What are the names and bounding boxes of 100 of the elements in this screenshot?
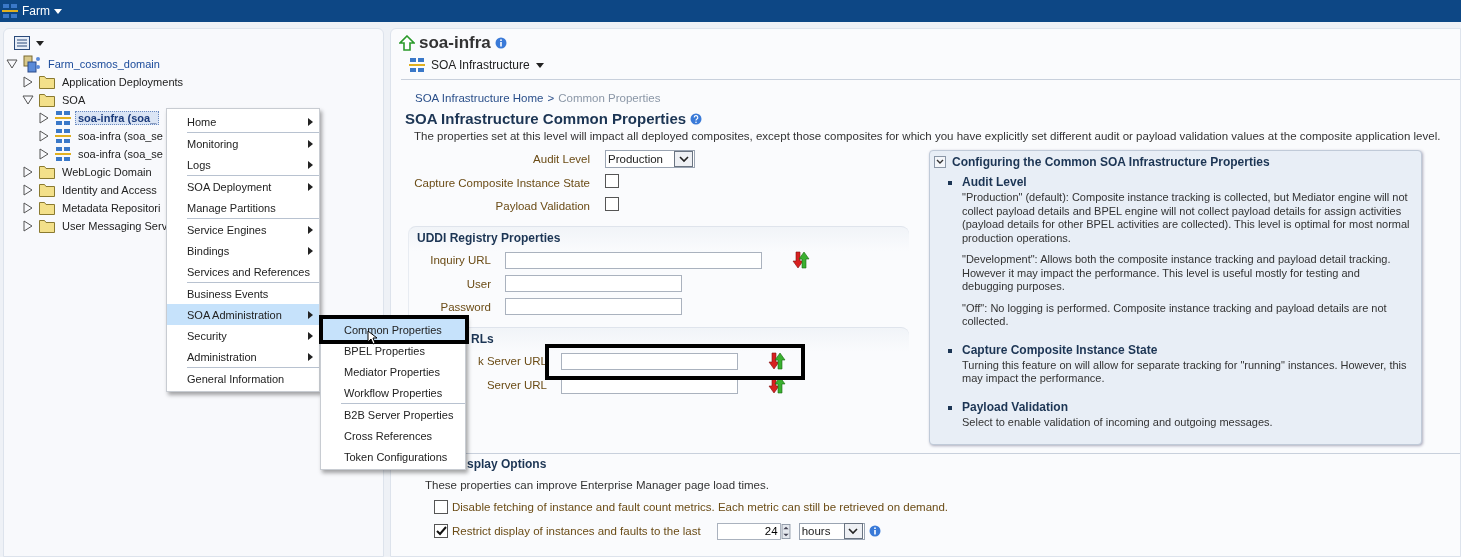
submenu-arrow-icon	[308, 310, 313, 319]
option-label: Disable fetching of instance and fault count metrics. Each metric can still be retrieved on demand.	[452, 501, 949, 513]
section-title: UDDI Registry Properties	[416, 230, 561, 247]
expand-icon[interactable]	[38, 130, 50, 142]
checkbox[interactable]	[434, 524, 448, 538]
collapse-toggle[interactable]	[934, 156, 946, 168]
help-icon[interactable]	[690, 112, 703, 125]
tree-item[interactable]: Farm_cosmos_domain	[45, 57, 163, 71]
expand-icon[interactable]	[22, 202, 34, 214]
submenu-arrow-icon	[308, 331, 313, 340]
farm-menu[interactable]: Farm	[22, 4, 62, 18]
text-field[interactable]	[505, 251, 762, 269]
submenu-arrow-icon	[308, 246, 313, 255]
help-paragraph: Select to enable validation of incoming and outgoing messages.	[962, 415, 1274, 429]
menu-item[interactable]: Manage Partitions	[167, 197, 319, 218]
folder-icon	[39, 75, 55, 89]
menu-item[interactable]: BPEL Properties	[321, 340, 465, 361]
chevron-icon	[936, 159, 944, 165]
bullet-icon	[948, 181, 952, 185]
checkbox[interactable]	[434, 500, 448, 514]
tree-item[interactable]: Identity and Access	[59, 183, 160, 197]
menu-item[interactable]: Administration	[167, 346, 319, 367]
checkbox[interactable]	[605, 197, 619, 211]
help-title: Configuring the Common SOA Infrastructure Properties	[952, 155, 1270, 169]
caret-icon	[54, 8, 62, 14]
submenu-arrow-icon	[308, 352, 313, 361]
text-field[interactable]	[505, 298, 682, 315]
text-field[interactable]	[561, 352, 738, 370]
help-item-title: Capture Composite Instance State	[962, 342, 1159, 357]
refresh-arrows-icon[interactable]	[792, 251, 810, 269]
menu-item[interactable]: Monitoring	[167, 133, 319, 154]
dropdown-arrow-icon[interactable]	[36, 40, 44, 46]
collapse-icon[interactable]	[6, 58, 18, 70]
help-paragraph: "Production" (default): Composite instance tracking is collected, but Mediator engine will not collect payload details and BPEL engine will not collect payload details for assign activities (payload details for other BPEL activities are collected). This level is optimal for most normal production operations.	[962, 191, 1411, 245]
farm-icon	[23, 55, 41, 73]
menu-item[interactable]: Services and References	[167, 261, 319, 282]
server-stack-icon	[55, 110, 71, 126]
text-field[interactable]	[505, 275, 682, 292]
up-arrow-icon[interactable]	[399, 35, 415, 51]
menu-item[interactable]: Workflow Properties	[321, 382, 465, 403]
menu-item[interactable]: SOA Deployment	[167, 176, 319, 197]
expand-icon[interactable]	[22, 184, 34, 196]
field-label: Inquiry URL	[429, 254, 491, 266]
tree-item[interactable]: soa-infra (soa_	[75, 111, 160, 125]
menu-item[interactable]: Cross References	[321, 425, 465, 446]
help-paragraph: "Off": No logging is performed. Composite instance tracking and payload details are not collected.	[962, 301, 1388, 329]
submenu-arrow-icon	[308, 182, 313, 191]
audit-level-select[interactable]: Production	[605, 150, 695, 168]
list-view-icon[interactable]	[14, 36, 30, 50]
info-icon[interactable]	[494, 37, 507, 49]
menu-item[interactable]: Bindings	[167, 240, 319, 261]
tree-item[interactable]: WebLogic Domain	[59, 165, 155, 179]
menu-item[interactable]: B2B Server Properties	[321, 404, 465, 425]
menu-item[interactable]: Common Properties	[321, 319, 465, 340]
menu-item[interactable]: Logs	[167, 154, 319, 175]
target-menu[interactable]: SOA Infrastructure	[409, 57, 544, 73]
tree-item[interactable]: soa-infra (soa_se	[75, 147, 166, 161]
expand-icon[interactable]	[38, 112, 50, 124]
help-paragraph: Turning this feature on will allow for separate tracking for "running" instances. However, this may impact the performance.	[962, 358, 1408, 386]
tree-item[interactable]: Metadata Repositori	[59, 201, 164, 215]
tree-item[interactable]: Application Deployments	[59, 75, 187, 89]
folder-icon	[39, 219, 55, 233]
info-icon[interactable]	[868, 525, 881, 537]
expand-icon[interactable]	[22, 76, 34, 88]
expand-icon[interactable]	[38, 148, 50, 160]
menu-item[interactable]: Mediator Properties	[321, 361, 465, 382]
number-field[interactable]: 24	[716, 522, 781, 540]
breadcrumb-link[interactable]: SOA Infrastructure Home	[415, 92, 544, 104]
field-label: Password	[439, 300, 491, 313]
field-label: User	[465, 277, 491, 290]
menu-item[interactable]: Home	[167, 111, 319, 132]
field-label: Server URL	[485, 379, 547, 391]
collapse-icon[interactable]	[22, 94, 34, 106]
expand-icon[interactable]	[22, 220, 34, 232]
menu-item[interactable]: SOA Administration	[167, 304, 319, 325]
submenu-arrow-icon	[308, 160, 313, 169]
folder-icon	[39, 201, 55, 215]
menu-item[interactable]: Security	[167, 325, 319, 346]
breadcrumb-separator: >	[547, 92, 555, 104]
dropdown-button[interactable]	[843, 523, 863, 539]
section-heading: SOA Infrastructure Common Properties	[405, 110, 687, 127]
tree-item[interactable]: soa-infra (soa_se	[75, 129, 166, 143]
menu-item[interactable]: General Information	[167, 368, 319, 389]
field-label: Audit Level	[532, 153, 590, 165]
refresh-arrows-icon[interactable]	[768, 352, 786, 370]
menu-item[interactable]: Token Configurations	[321, 446, 465, 467]
folder-icon	[39, 93, 55, 107]
section-description: These properties can improve Enterprise Manager page load times.	[425, 479, 770, 491]
help-item-title: Audit Level	[962, 175, 1028, 189]
field-label: k Server URL	[476, 355, 547, 367]
dropdown-button[interactable]	[674, 151, 693, 167]
field-label: Capture Composite Instance State	[413, 176, 590, 189]
menu-item[interactable]: Business Events	[167, 283, 319, 304]
checkbox[interactable]	[605, 174, 619, 188]
unit-select[interactable]: hours	[798, 522, 865, 540]
help-item-title: Payload Validation	[962, 399, 1070, 414]
expand-icon[interactable]	[22, 166, 34, 178]
chevron-icon	[848, 527, 859, 535]
tree-item[interactable]: SOA	[59, 93, 89, 107]
spinner-icon[interactable]	[780, 523, 791, 539]
